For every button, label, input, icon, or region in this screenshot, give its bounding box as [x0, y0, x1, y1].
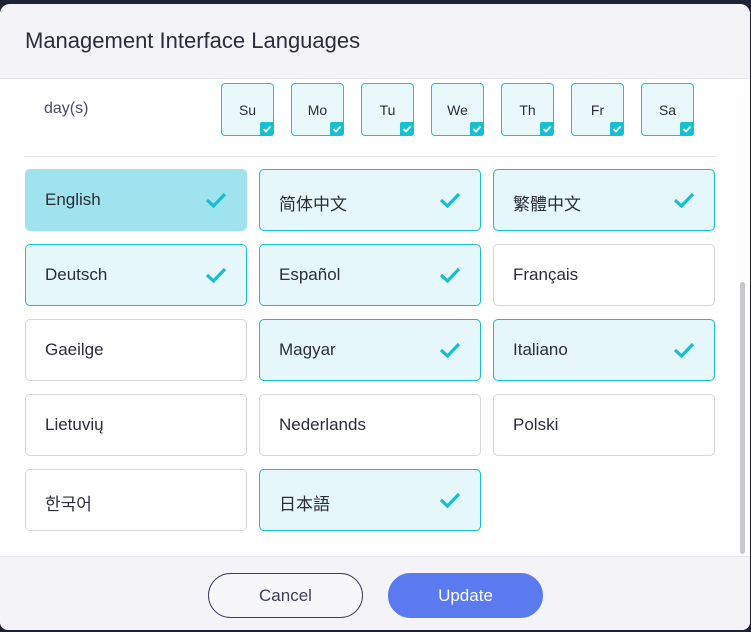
checkbox-check-icon: [260, 122, 274, 136]
language-option-nederlands[interactable]: Nederlands: [259, 394, 481, 456]
day-toggle-mo[interactable]: Mo: [291, 83, 344, 136]
language-label: Español: [279, 265, 341, 284]
language-label: Polski: [513, 415, 559, 434]
checkbox-check-icon: [330, 122, 344, 136]
language-option-italiano[interactable]: Italiano: [493, 319, 715, 381]
checkbox-check-icon: [400, 122, 414, 136]
language-label: Deutsch: [45, 265, 108, 284]
language-option-japanese[interactable]: 日本語: [259, 469, 481, 531]
language-label: 日本語: [279, 495, 330, 514]
language-label: Italiano: [513, 340, 568, 359]
language-label: Magyar: [279, 340, 336, 359]
language-label: 简体中文: [279, 195, 347, 214]
check-icon: [673, 342, 695, 359]
day-label: Mo: [307, 102, 328, 118]
check-icon: [439, 492, 461, 509]
language-label: Nederlands: [279, 415, 366, 434]
day-label: Sa: [658, 102, 677, 118]
check-icon: [673, 192, 695, 209]
day-toggle-tu[interactable]: Tu: [361, 83, 414, 136]
language-option-simplified-chinese[interactable]: 简体中文: [259, 169, 481, 231]
checkbox-check-icon: [610, 122, 624, 136]
language-label: Français: [513, 265, 579, 284]
language-label: 繁體中文: [513, 195, 581, 214]
scrollbar-thumb[interactable]: [740, 282, 745, 554]
day-toggle-fr[interactable]: Fr: [571, 83, 624, 136]
section-divider: [24, 156, 715, 157]
check-icon: [205, 192, 227, 209]
language-dialog: Management Interface Languages day(s) Su…: [0, 4, 750, 630]
day-toggle-we[interactable]: We: [431, 83, 484, 136]
language-option-polski[interactable]: Polski: [493, 394, 715, 456]
check-icon: [439, 267, 461, 284]
day-label: Fr: [590, 102, 605, 118]
cancel-button[interactable]: Cancel: [208, 573, 363, 618]
dialog-title: Management Interface Languages: [25, 28, 361, 53]
language-label: Gaeilge: [45, 340, 104, 359]
day-label: We: [447, 102, 468, 118]
language-option-francais[interactable]: Français: [493, 244, 715, 306]
days-label: day(s): [44, 100, 89, 117]
day-toggle-su[interactable]: Su: [221, 83, 274, 136]
language-option-traditional-chinese[interactable]: 繁體中文: [493, 169, 715, 231]
language-option-korean[interactable]: 한국어: [25, 469, 247, 531]
checkbox-check-icon: [540, 122, 554, 136]
language-label: 한국어: [45, 495, 92, 514]
dialog-footer: Cancel Update: [0, 556, 750, 630]
day-label: Th: [519, 102, 536, 118]
day-label: Tu: [379, 102, 396, 118]
dialog-header: Management Interface Languages: [0, 4, 750, 79]
language-option-english[interactable]: English: [25, 169, 247, 231]
language-label: Lietuvių: [45, 415, 104, 434]
day-toggle-sa[interactable]: Sa: [641, 83, 694, 136]
check-icon: [439, 342, 461, 359]
day-label: Su: [238, 102, 257, 118]
check-icon: [205, 267, 227, 284]
checkbox-check-icon: [680, 122, 694, 136]
language-option-gaeilge[interactable]: Gaeilge: [25, 319, 247, 381]
checkbox-check-icon: [470, 122, 484, 136]
language-option-lietuviu[interactable]: Lietuvių: [25, 394, 247, 456]
language-label: English: [45, 190, 101, 209]
language-option-magyar[interactable]: Magyar: [259, 319, 481, 381]
update-button[interactable]: Update: [388, 573, 543, 618]
language-option-espanol[interactable]: Español: [259, 244, 481, 306]
check-icon: [439, 192, 461, 209]
day-toggle-th[interactable]: Th: [501, 83, 554, 136]
language-option-deutsch[interactable]: Deutsch: [25, 244, 247, 306]
